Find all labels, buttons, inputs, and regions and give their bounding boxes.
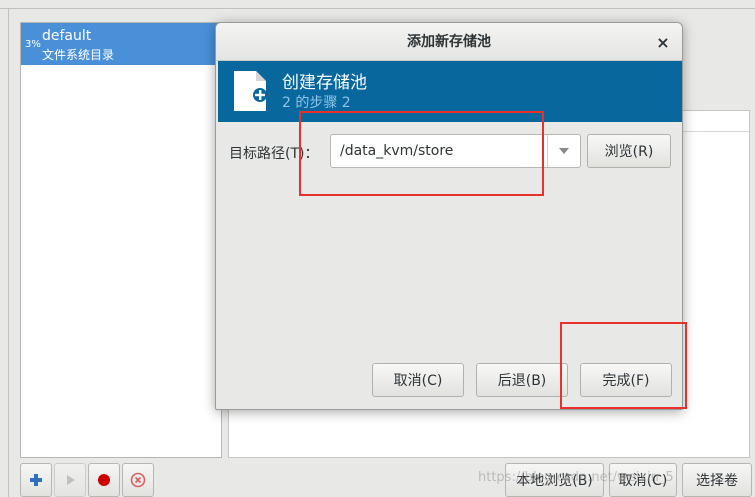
target-path-label: 目标路径(T)： bbox=[229, 146, 319, 162]
pool-usage-label: 3% bbox=[25, 39, 41, 50]
window-left-border bbox=[8, 8, 9, 497]
storage-pool-list[interactable]: 3% default 文件系统目录 bbox=[20, 22, 222, 458]
wizard-banner: 创建存储池 2 的步骤 2 bbox=[218, 61, 682, 122]
new-document-icon bbox=[234, 71, 267, 111]
play-icon bbox=[67, 475, 75, 485]
pool-name-label: default bbox=[42, 28, 92, 44]
start-pool-button[interactable] bbox=[54, 463, 86, 497]
record-icon bbox=[98, 474, 110, 486]
add-pool-button[interactable] bbox=[20, 463, 52, 497]
pool-type-label: 文件系统目录 bbox=[42, 48, 115, 62]
finish-button[interactable]: 完成(F) bbox=[580, 363, 672, 397]
chevron-down-icon bbox=[559, 148, 569, 154]
back-button[interactable]: 后退(B) bbox=[476, 363, 568, 397]
target-path-input[interactable] bbox=[331, 135, 547, 167]
choose-volume-button[interactable]: 选择卷 bbox=[682, 463, 752, 497]
target-path-combo[interactable] bbox=[330, 134, 581, 168]
combo-dropdown-button[interactable] bbox=[548, 135, 580, 167]
banner-title: 创建存储池 bbox=[282, 73, 367, 93]
window-top-border bbox=[0, 8, 755, 9]
dialog-titlebar[interactable]: 添加新存储池 × bbox=[216, 23, 682, 61]
cancel-circle-icon bbox=[130, 472, 146, 488]
cancel-button[interactable]: 取消(C) bbox=[372, 363, 464, 397]
watermark-text: https://blog.csdn.net/weixin_5 bbox=[478, 470, 674, 485]
dialog-title: 添加新存储池 bbox=[407, 34, 491, 50]
plus-icon bbox=[30, 474, 42, 486]
browse-button[interactable]: 浏览(R) bbox=[587, 134, 671, 168]
stop-pool-button[interactable] bbox=[88, 463, 120, 497]
add-storage-pool-dialog: 添加新存储池 × 创建存储池 2 的步骤 2 目标路径(T)： 浏览(R) 取消… bbox=[215, 22, 683, 410]
close-icon: × bbox=[656, 32, 670, 52]
wizard-step-indicator: 2 的步骤 2 bbox=[282, 95, 351, 111]
pool-list-item-default[interactable]: 3% default 文件系统目录 bbox=[21, 23, 221, 65]
close-button[interactable]: × bbox=[652, 31, 674, 53]
delete-pool-button[interactable] bbox=[122, 463, 154, 497]
pool-toolbar bbox=[20, 463, 154, 497]
